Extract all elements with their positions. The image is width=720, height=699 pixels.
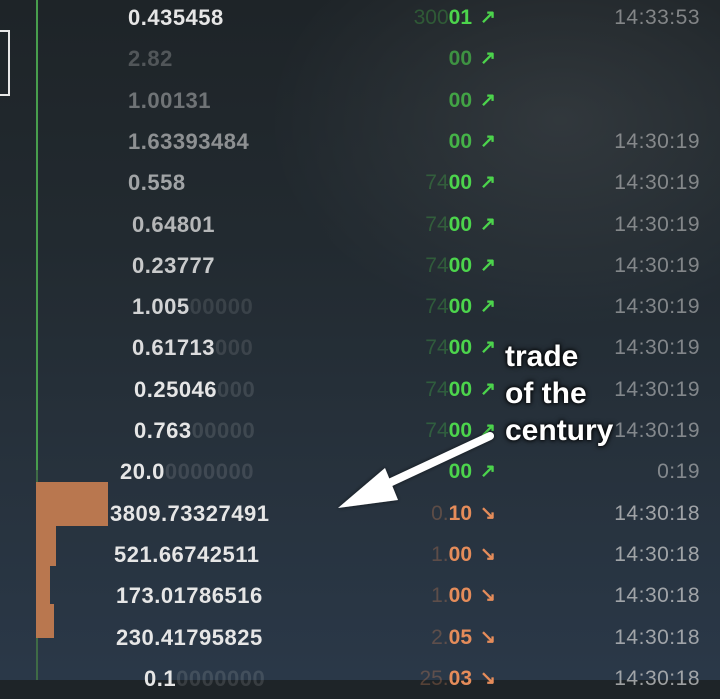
- annotation-line-3: century: [505, 414, 614, 447]
- annotation-line-1: trade: [505, 340, 579, 373]
- annotation-line-2: of the: [505, 377, 587, 410]
- annotation-callout: trade of the century: [505, 338, 705, 449]
